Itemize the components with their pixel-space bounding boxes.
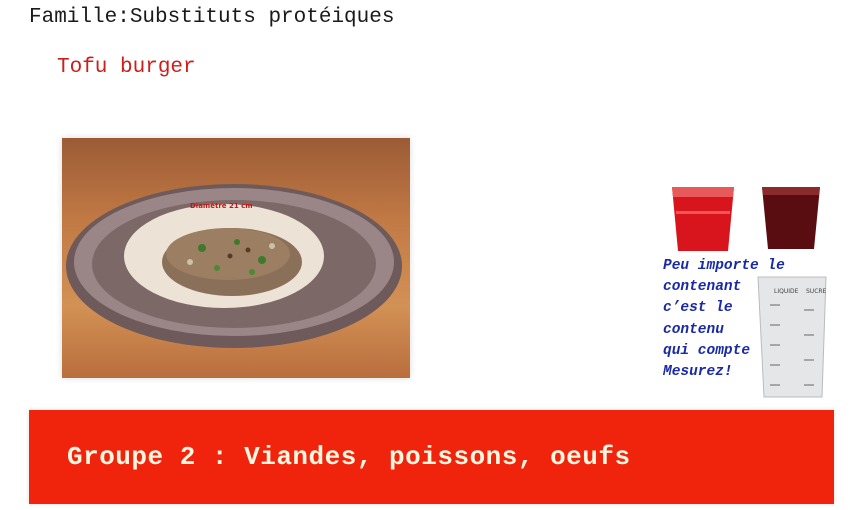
tip-line: qui compte bbox=[663, 342, 751, 359]
measuring-cup-label-right: SUCRE bbox=[806, 288, 827, 295]
tip-line: Peu importe le bbox=[663, 258, 785, 274]
measure-tip: Peu importe le contenant c’est le conten… bbox=[663, 256, 785, 383]
tip-line: Mesurez! bbox=[663, 364, 733, 381]
plate-illustration: Diamètre 21 cm bbox=[66, 184, 402, 348]
dark-cup-icon bbox=[762, 187, 820, 249]
tofu-burger-photo: Diamètre 21 cm bbox=[62, 138, 410, 378]
tip-line: contenu bbox=[663, 321, 724, 338]
tip-line: c’est le bbox=[663, 300, 733, 317]
tip-line: contenant bbox=[663, 279, 742, 296]
food-group-label: Groupe 2 : Viandes, poissons, oeufs bbox=[67, 442, 631, 472]
plate-diameter-label: Diamètre 21 cm bbox=[190, 202, 253, 210]
dish-title: Tofu burger bbox=[57, 56, 196, 79]
food-group-banner: Groupe 2 : Viandes, poissons, oeufs bbox=[29, 410, 834, 504]
family-title: Famille:Substituts protéiques bbox=[29, 6, 395, 29]
